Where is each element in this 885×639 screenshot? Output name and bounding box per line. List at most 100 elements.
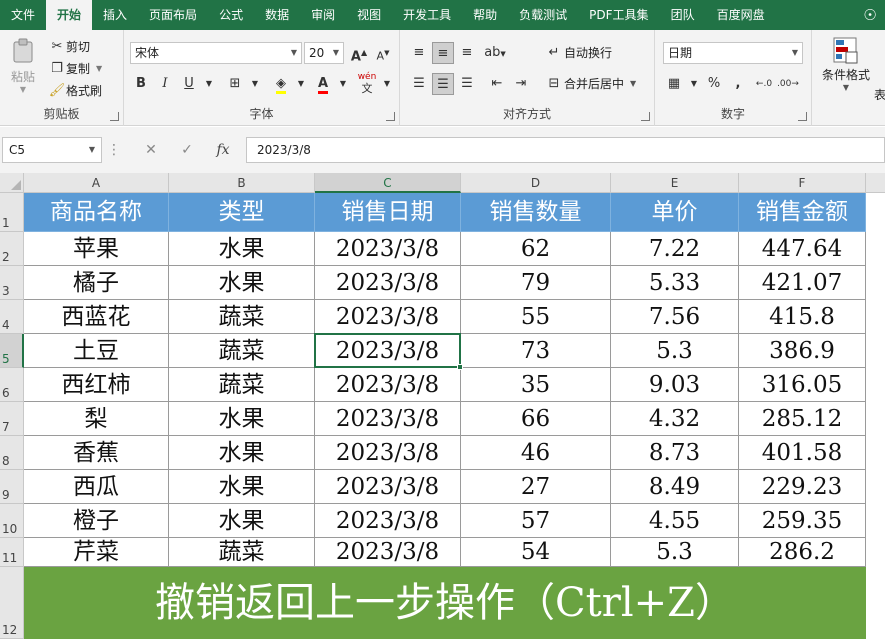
table-cell[interactable]: 316.05 [739, 368, 866, 402]
table-cell[interactable]: 5.33 [611, 266, 739, 300]
insert-function-button[interactable]: fx [208, 137, 238, 163]
lightbulb-icon[interactable]: ☉ [855, 0, 885, 30]
tab-3[interactable]: 页面布局 [138, 0, 208, 30]
table-cell[interactable]: 2023/3/8 [315, 504, 461, 538]
table-cell[interactable]: 54 [461, 538, 611, 567]
header-cell[interactable]: 销售日期 [315, 193, 461, 232]
table-cell[interactable]: 62 [461, 232, 611, 266]
table-cell[interactable]: 2023/3/8 [315, 266, 461, 300]
fill-color-dropdown[interactable]: ▼ [290, 73, 312, 95]
table-cell[interactable]: 386.9 [739, 334, 866, 368]
merge-center-button[interactable]: ⊟ 合并后居中 ▼ [544, 75, 637, 92]
borders-button[interactable]: ⊞ [224, 73, 246, 95]
table-cell[interactable]: 土豆 [24, 334, 169, 368]
align-left-button[interactable]: ☰ [408, 73, 430, 95]
align-top-button[interactable]: ≡ [408, 42, 430, 64]
table-cell[interactable]: 4.55 [611, 504, 739, 538]
table-cell[interactable]: 2023/3/8 [315, 470, 461, 504]
decrease-indent-button[interactable]: ⇤ [486, 73, 508, 95]
tab-0[interactable]: 文件 [0, 0, 46, 30]
table-cell[interactable]: 4.32 [611, 402, 739, 436]
table-cell[interactable]: 2023/3/8 [315, 402, 461, 436]
header-cell[interactable]: 商品名称 [24, 193, 169, 232]
tab-7[interactable]: 视图 [346, 0, 392, 30]
tab-5[interactable]: 数据 [254, 0, 300, 30]
table-cell[interactable]: 73 [461, 334, 611, 368]
table-cell[interactable]: 水果 [169, 232, 315, 266]
table-cell[interactable]: 7.22 [611, 232, 739, 266]
dialog-launcher-icon[interactable] [798, 112, 807, 121]
row-header-4[interactable]: 4 [0, 300, 24, 334]
column-header-f[interactable]: F [739, 173, 866, 193]
accounting-format-dropdown[interactable]: ▼ [683, 73, 705, 95]
table-cell[interactable]: 橘子 [24, 266, 169, 300]
table-cell[interactable]: 西蓝花 [24, 300, 169, 334]
row-header-7[interactable]: 7 [0, 402, 24, 436]
align-middle-button[interactable]: ≡ [432, 42, 454, 64]
table-cell[interactable]: 水果 [169, 504, 315, 538]
tab-13[interactable]: 百度网盘 [706, 0, 776, 30]
row-header-10[interactable]: 10 [0, 504, 24, 538]
table-cell[interactable]: 46 [461, 436, 611, 470]
table-cell[interactable]: 2023/3/8 [315, 232, 461, 266]
table-cell[interactable]: 2023/3/8 [315, 368, 461, 402]
row-header-5[interactable]: 5 [0, 334, 24, 368]
table-cell[interactable]: 梨 [24, 402, 169, 436]
table-cell[interactable]: 285.12 [739, 402, 866, 436]
bold-button[interactable]: B [130, 73, 152, 95]
table-cell[interactable]: 2023/3/8 [315, 334, 461, 368]
row-header-1[interactable]: 1 [0, 193, 24, 232]
tab-12[interactable]: 团队 [660, 0, 706, 30]
dialog-launcher-icon[interactable] [641, 112, 650, 121]
table-cell[interactable]: 229.23 [739, 470, 866, 504]
formula-input[interactable]: 2023/3/8 [246, 137, 885, 163]
table-cell[interactable]: 447.64 [739, 232, 866, 266]
tab-1[interactable]: 开始 [46, 0, 93, 30]
dialog-launcher-icon[interactable] [386, 112, 395, 121]
row-header-12[interactable]: 12 [0, 567, 24, 639]
table-cell[interactable]: 香蕉 [24, 436, 169, 470]
table-cell[interactable]: 2023/3/8 [315, 300, 461, 334]
italic-button[interactable]: I [154, 73, 176, 95]
table-cell[interactable]: 2023/3/8 [315, 538, 461, 567]
table-cell[interactable]: 蔬菜 [169, 538, 315, 567]
comma-style-button[interactable]: , [727, 73, 749, 95]
header-cell[interactable]: 类型 [169, 193, 315, 232]
table-cell[interactable]: 7.56 [611, 300, 739, 334]
accounting-format-button[interactable]: ▦ [663, 73, 685, 95]
tab-10[interactable]: 负载测试 [508, 0, 578, 30]
table-cell[interactable]: 415.8 [739, 300, 866, 334]
column-header-e[interactable]: E [611, 173, 739, 193]
copy-button[interactable]: ❐ 复制 ▼ [48, 60, 102, 77]
table-cell[interactable]: 401.58 [739, 436, 866, 470]
font-name-select[interactable]: 宋体 ▼ [130, 42, 302, 64]
table-cell[interactable]: 35 [461, 368, 611, 402]
underline-button[interactable]: U [178, 73, 200, 95]
table-cell[interactable]: 5.3 [611, 538, 739, 567]
header-cell[interactable]: 销售金额 [739, 193, 866, 232]
column-header-d[interactable]: D [461, 173, 611, 193]
table-cell[interactable]: 蔬菜 [169, 334, 315, 368]
decrease-decimal-button[interactable]: .00→ [777, 73, 799, 95]
table-cell[interactable]: 286.2 [739, 538, 866, 567]
fill-color-button[interactable]: ◈ [270, 73, 292, 95]
table-cell[interactable]: 西红柿 [24, 368, 169, 402]
conditional-formatting-button[interactable]: 条件格式 ▼ [818, 36, 874, 92]
table-cell[interactable]: 蔬菜 [169, 368, 315, 402]
table-cell[interactable]: 水果 [169, 436, 315, 470]
phonetic-button[interactable]: wén 文 [356, 71, 378, 95]
column-header-b[interactable]: B [169, 173, 315, 193]
table-cell[interactable]: 5.3 [611, 334, 739, 368]
fill-handle[interactable] [457, 364, 463, 370]
table-cell[interactable]: 79 [461, 266, 611, 300]
percent-style-button[interactable]: % [703, 73, 725, 95]
row-header-2[interactable]: 2 [0, 232, 24, 266]
table-cell[interactable]: 西瓜 [24, 470, 169, 504]
table-cell[interactable]: 8.49 [611, 470, 739, 504]
table-cell[interactable]: 水果 [169, 266, 315, 300]
confirm-edit-button[interactable]: ✓ [172, 137, 202, 163]
tab-8[interactable]: 开发工具 [392, 0, 462, 30]
cut-button[interactable]: ✂ 剪切 [48, 38, 90, 55]
table-cell[interactable]: 66 [461, 402, 611, 436]
row-header-6[interactable]: 6 [0, 368, 24, 402]
